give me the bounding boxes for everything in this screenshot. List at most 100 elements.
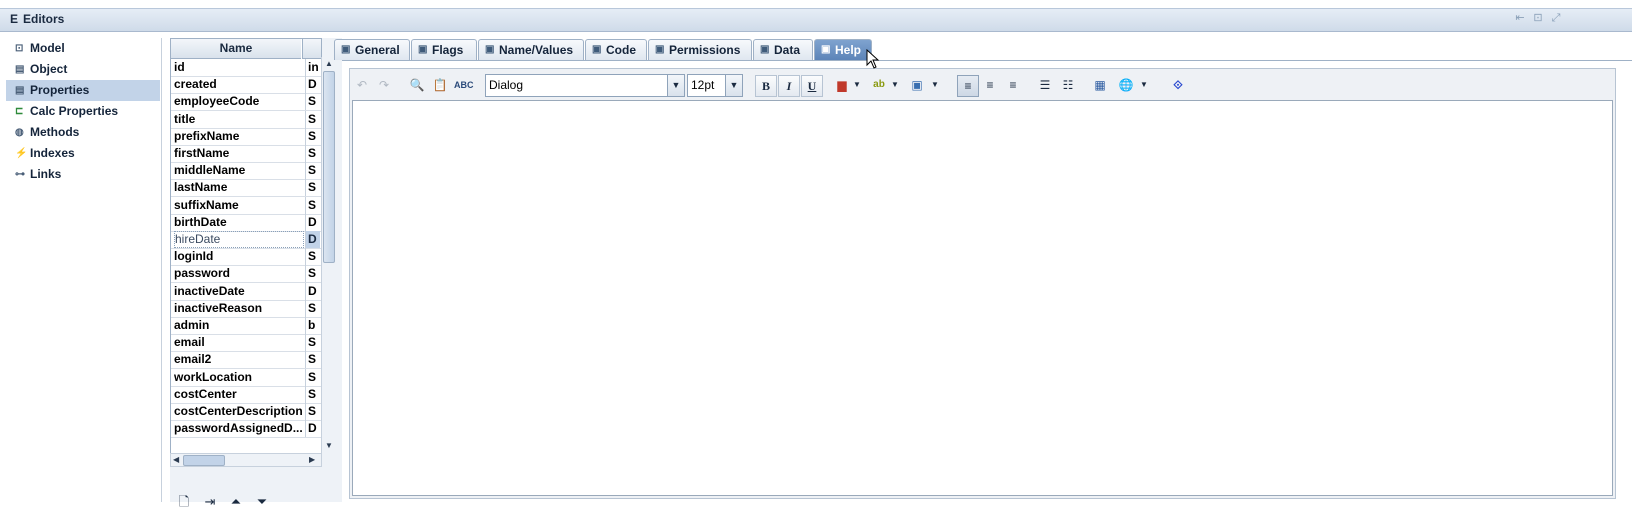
- nav-item-object[interactable]: ▤ Object: [6, 59, 160, 80]
- table-row[interactable]: lastName S: [171, 179, 321, 198]
- spell-check-icon[interactable]: ABC: [454, 75, 474, 95]
- tab-help[interactable]: ▣ Help: [814, 39, 872, 60]
- tab-general[interactable]: ▣ General: [334, 39, 410, 60]
- property-name-cell: birthDate: [174, 214, 227, 229]
- chevron-down-icon[interactable]: ▼: [931, 75, 939, 95]
- nav-item-properties[interactable]: ▤ Properties: [6, 80, 160, 101]
- new-property-icon[interactable]: 🗋: [174, 492, 194, 512]
- property-type-cell: D: [305, 76, 320, 94]
- table-row[interactable]: email S: [171, 334, 321, 353]
- nav-item-methods[interactable]: ◍ Methods: [6, 122, 160, 143]
- table-row[interactable]: workLocation S: [171, 368, 321, 387]
- numbered-list-icon[interactable]: ☰: [1035, 75, 1055, 95]
- redo-icon[interactable]: ↷: [376, 75, 392, 95]
- insert-link-icon[interactable]: 🌐: [1116, 75, 1136, 95]
- paste-icon[interactable]: 📋: [432, 75, 448, 95]
- table-row[interactable]: passwordAssignedD... D: [171, 420, 321, 439]
- align-left-button[interactable]: ≡: [957, 75, 979, 97]
- nav-item-links[interactable]: ⊶ Links: [6, 164, 160, 185]
- font-size-select[interactable]: 12pt ▼: [687, 74, 743, 97]
- tab-name-values[interactable]: ▣ Name/Values: [478, 39, 584, 60]
- property-type-cell: S: [305, 299, 320, 317]
- table-row[interactable]: inactiveDate D: [171, 282, 321, 301]
- column-header-type[interactable]: [302, 39, 321, 59]
- nav-item-label: Methods: [30, 125, 80, 139]
- tab-data[interactable]: ▣ Data: [753, 39, 813, 60]
- help-text-area[interactable]: [352, 100, 1613, 496]
- font-family-select[interactable]: Dialog ▼: [485, 74, 685, 97]
- table-row[interactable]: inactiveReason S: [171, 299, 321, 318]
- nav-item-calc-properties[interactable]: ⊏ Calc Properties: [6, 101, 160, 122]
- chevron-down-icon[interactable]: ▼: [725, 75, 742, 96]
- tab-permissions[interactable]: ▣ Permissions: [648, 39, 752, 60]
- source-view-icon[interactable]: ⟐: [1169, 75, 1187, 95]
- font-size-value: 12pt: [691, 78, 715, 92]
- tab-icon: ▣: [821, 44, 831, 55]
- table-row[interactable]: id in: [171, 59, 321, 77]
- nav-item-indexes[interactable]: ⚡ Indexes: [6, 143, 160, 164]
- align-center-icon[interactable]: ≡: [980, 75, 1000, 95]
- column-header-name[interactable]: Name: [171, 39, 301, 59]
- scroll-right-icon[interactable]: ▶: [309, 455, 315, 464]
- align-right-icon[interactable]: ≡: [1003, 75, 1023, 95]
- nav-item-model[interactable]: ⊡ Model: [6, 38, 160, 59]
- table-row[interactable]: admin b: [171, 317, 321, 335]
- table-row[interactable]: email2 S: [171, 351, 321, 370]
- table-row[interactable]: prefixName S: [171, 127, 321, 146]
- table-row[interactable]: costCenterDescription S: [171, 403, 321, 421]
- scroll-left-icon[interactable]: ◀: [173, 455, 179, 464]
- insert-image-icon[interactable]: ▣: [908, 75, 926, 95]
- tab-flags[interactable]: ▣ Flags: [411, 39, 477, 60]
- indexes-icon: ⚡: [15, 148, 28, 159]
- table-row[interactable]: password S: [171, 265, 321, 284]
- chevron-down-icon[interactable]: ▼: [853, 75, 861, 95]
- property-type-cell: S: [305, 403, 320, 420]
- property-type-cell: b: [305, 317, 320, 334]
- chevron-down-icon[interactable]: ▼: [667, 75, 684, 96]
- table-row[interactable]: hireDate D: [171, 231, 321, 249]
- tab-icon: ▣: [592, 44, 602, 55]
- text-color-icon[interactable]: ▆: [834, 75, 850, 95]
- property-type-cell: D: [305, 420, 320, 438]
- table-row[interactable]: employeeCode S: [171, 93, 321, 112]
- hscroll-thumb[interactable]: [183, 455, 225, 466]
- insert-table-icon[interactable]: ▦: [1091, 75, 1109, 95]
- vscroll-thumb[interactable]: [323, 71, 335, 263]
- table-row[interactable]: created D: [171, 76, 321, 95]
- tab-label: Data: [774, 43, 801, 57]
- chevron-down-icon[interactable]: ▼: [1140, 75, 1148, 95]
- move-up-icon[interactable]: ⏶: [226, 492, 246, 512]
- tab-code[interactable]: ▣ Code: [585, 39, 647, 60]
- links-icon: ⊶: [15, 169, 25, 180]
- minimize-icon[interactable]: ⇤: [1514, 12, 1526, 24]
- maximize-icon[interactable]: ⤢: [1550, 12, 1562, 24]
- find-replace-icon[interactable]: 🔍: [408, 75, 426, 95]
- table-row[interactable]: suffixName S: [171, 196, 321, 215]
- property-name-cell: email: [174, 335, 205, 350]
- italic-button[interactable]: I: [778, 75, 800, 97]
- property-name-cell: costCenterDescription: [174, 404, 302, 418]
- highlight-color-icon[interactable]: ab: [870, 75, 888, 95]
- bold-button[interactable]: B: [755, 75, 777, 97]
- scroll-down-icon[interactable]: ▼: [325, 441, 333, 450]
- table-row[interactable]: firstName S: [171, 145, 321, 163]
- table-row[interactable]: loginId S: [171, 248, 321, 267]
- tab-strip: ▣ General ▣ Flags ▣ Name/Values ▣ Code ▣ Perm…: [334, 36, 1632, 61]
- scroll-up-icon[interactable]: ▲: [325, 59, 333, 68]
- property-type-cell: S: [305, 196, 320, 214]
- property-type-cell: S: [305, 145, 320, 162]
- underline-button[interactable]: U: [801, 75, 823, 97]
- property-table-hscrollbar[interactable]: ◀ ▶: [170, 453, 322, 467]
- object-icon: ▤: [15, 64, 25, 75]
- bullet-list-icon[interactable]: ☷: [1058, 75, 1078, 95]
- table-row[interactable]: costCenter S: [171, 385, 321, 404]
- move-to-icon[interactable]: ⇥: [200, 492, 220, 512]
- property-table-vscrollbar[interactable]: ▲ ▼: [321, 57, 335, 453]
- table-row[interactable]: title S: [171, 110, 321, 129]
- move-down-icon[interactable]: ⏷: [252, 492, 272, 512]
- chevron-down-icon[interactable]: ▼: [891, 75, 899, 95]
- table-row[interactable]: birthDate D: [171, 213, 321, 232]
- restore-icon[interactable]: ⊡: [1532, 12, 1544, 24]
- undo-icon[interactable]: ↶: [354, 75, 370, 95]
- table-row[interactable]: middleName S: [171, 162, 321, 181]
